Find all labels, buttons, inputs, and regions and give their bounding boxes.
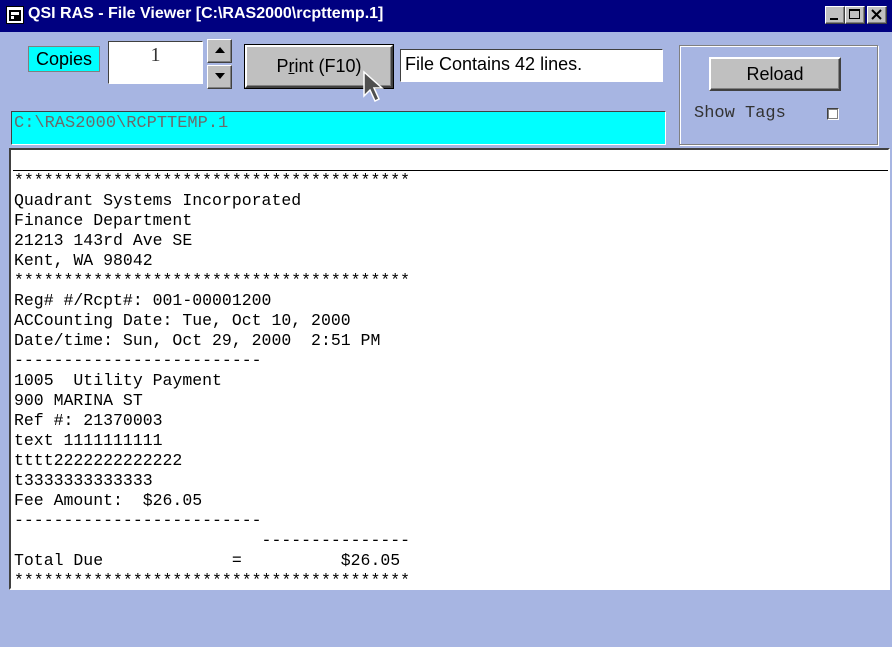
line-count-status: File Contains 42 lines. xyxy=(400,49,663,82)
file-line: ------------------------- xyxy=(14,511,262,530)
file-path-field[interactable]: C:\RAS2000\RCPTTEMP.1 xyxy=(11,111,666,145)
print-label-prefix: P xyxy=(276,56,289,76)
copies-decrement-button[interactable] xyxy=(207,65,232,89)
file-line: Finance Department xyxy=(14,211,193,230)
close-icon xyxy=(871,9,882,20)
file-line: tttt2222222222222 xyxy=(14,451,183,470)
file-line: Total Due = $26.05 xyxy=(14,551,401,570)
file-line: t3333333333333 xyxy=(14,471,153,490)
file-line: Reg# #/Rcpt#: 001-00001200 xyxy=(14,291,272,310)
file-line: Fee Amount: $26.05 xyxy=(14,491,203,510)
file-viewer[interactable]: ****************************************… xyxy=(9,148,890,590)
file-content: ****************************************… xyxy=(14,171,411,590)
file-line: Quadrant Systems Incorporated xyxy=(14,191,302,210)
minimize-button[interactable] xyxy=(825,6,845,24)
window-title: QSI RAS - File Viewer [C:\RAS2000\rcptte… xyxy=(28,5,384,22)
minimize-icon xyxy=(830,18,838,20)
file-line: **************************************** xyxy=(14,171,411,190)
show-tags-checkbox[interactable] xyxy=(827,108,839,120)
print-label-suffix: int (F10) xyxy=(294,56,362,76)
file-line: **************************************** xyxy=(14,571,411,590)
copies-input[interactable]: 1 xyxy=(108,41,203,84)
maximize-button[interactable] xyxy=(845,6,865,24)
title-bar[interactable]: QSI RAS - File Viewer [C:\RAS2000\rcptte… xyxy=(0,0,892,32)
file-line: Kent, WA 98042 xyxy=(14,251,153,270)
file-line: 21213 143rd Ave SE xyxy=(14,231,193,250)
mouse-pointer-icon xyxy=(362,70,388,106)
arrow-up-icon xyxy=(214,47,225,53)
file-line: text 1111111111 xyxy=(14,431,163,450)
window-icon[interactable] xyxy=(6,6,24,24)
copies-increment-button[interactable] xyxy=(207,39,232,63)
file-line: --------------- xyxy=(14,531,411,550)
arrow-down-icon xyxy=(214,73,225,79)
file-line: 1005 Utility Payment xyxy=(14,371,222,390)
close-button[interactable] xyxy=(867,6,887,24)
show-tags-label: Show Tags xyxy=(694,104,786,123)
file-line: Date/time: Sun, Oct 29, 2000 2:51 PM xyxy=(14,331,381,350)
file-line: Ref #: 21370003 xyxy=(14,411,163,430)
file-line: ------------------------- xyxy=(14,351,262,370)
maximize-icon xyxy=(849,9,860,19)
file-line: 900 MARINA ST xyxy=(14,391,143,410)
copies-label: Copies xyxy=(28,46,100,72)
file-line: **************************************** xyxy=(14,271,411,290)
reload-button[interactable]: Reload xyxy=(709,57,841,91)
file-line: ACCounting Date: Tue, Oct 10, 2000 xyxy=(14,311,351,330)
